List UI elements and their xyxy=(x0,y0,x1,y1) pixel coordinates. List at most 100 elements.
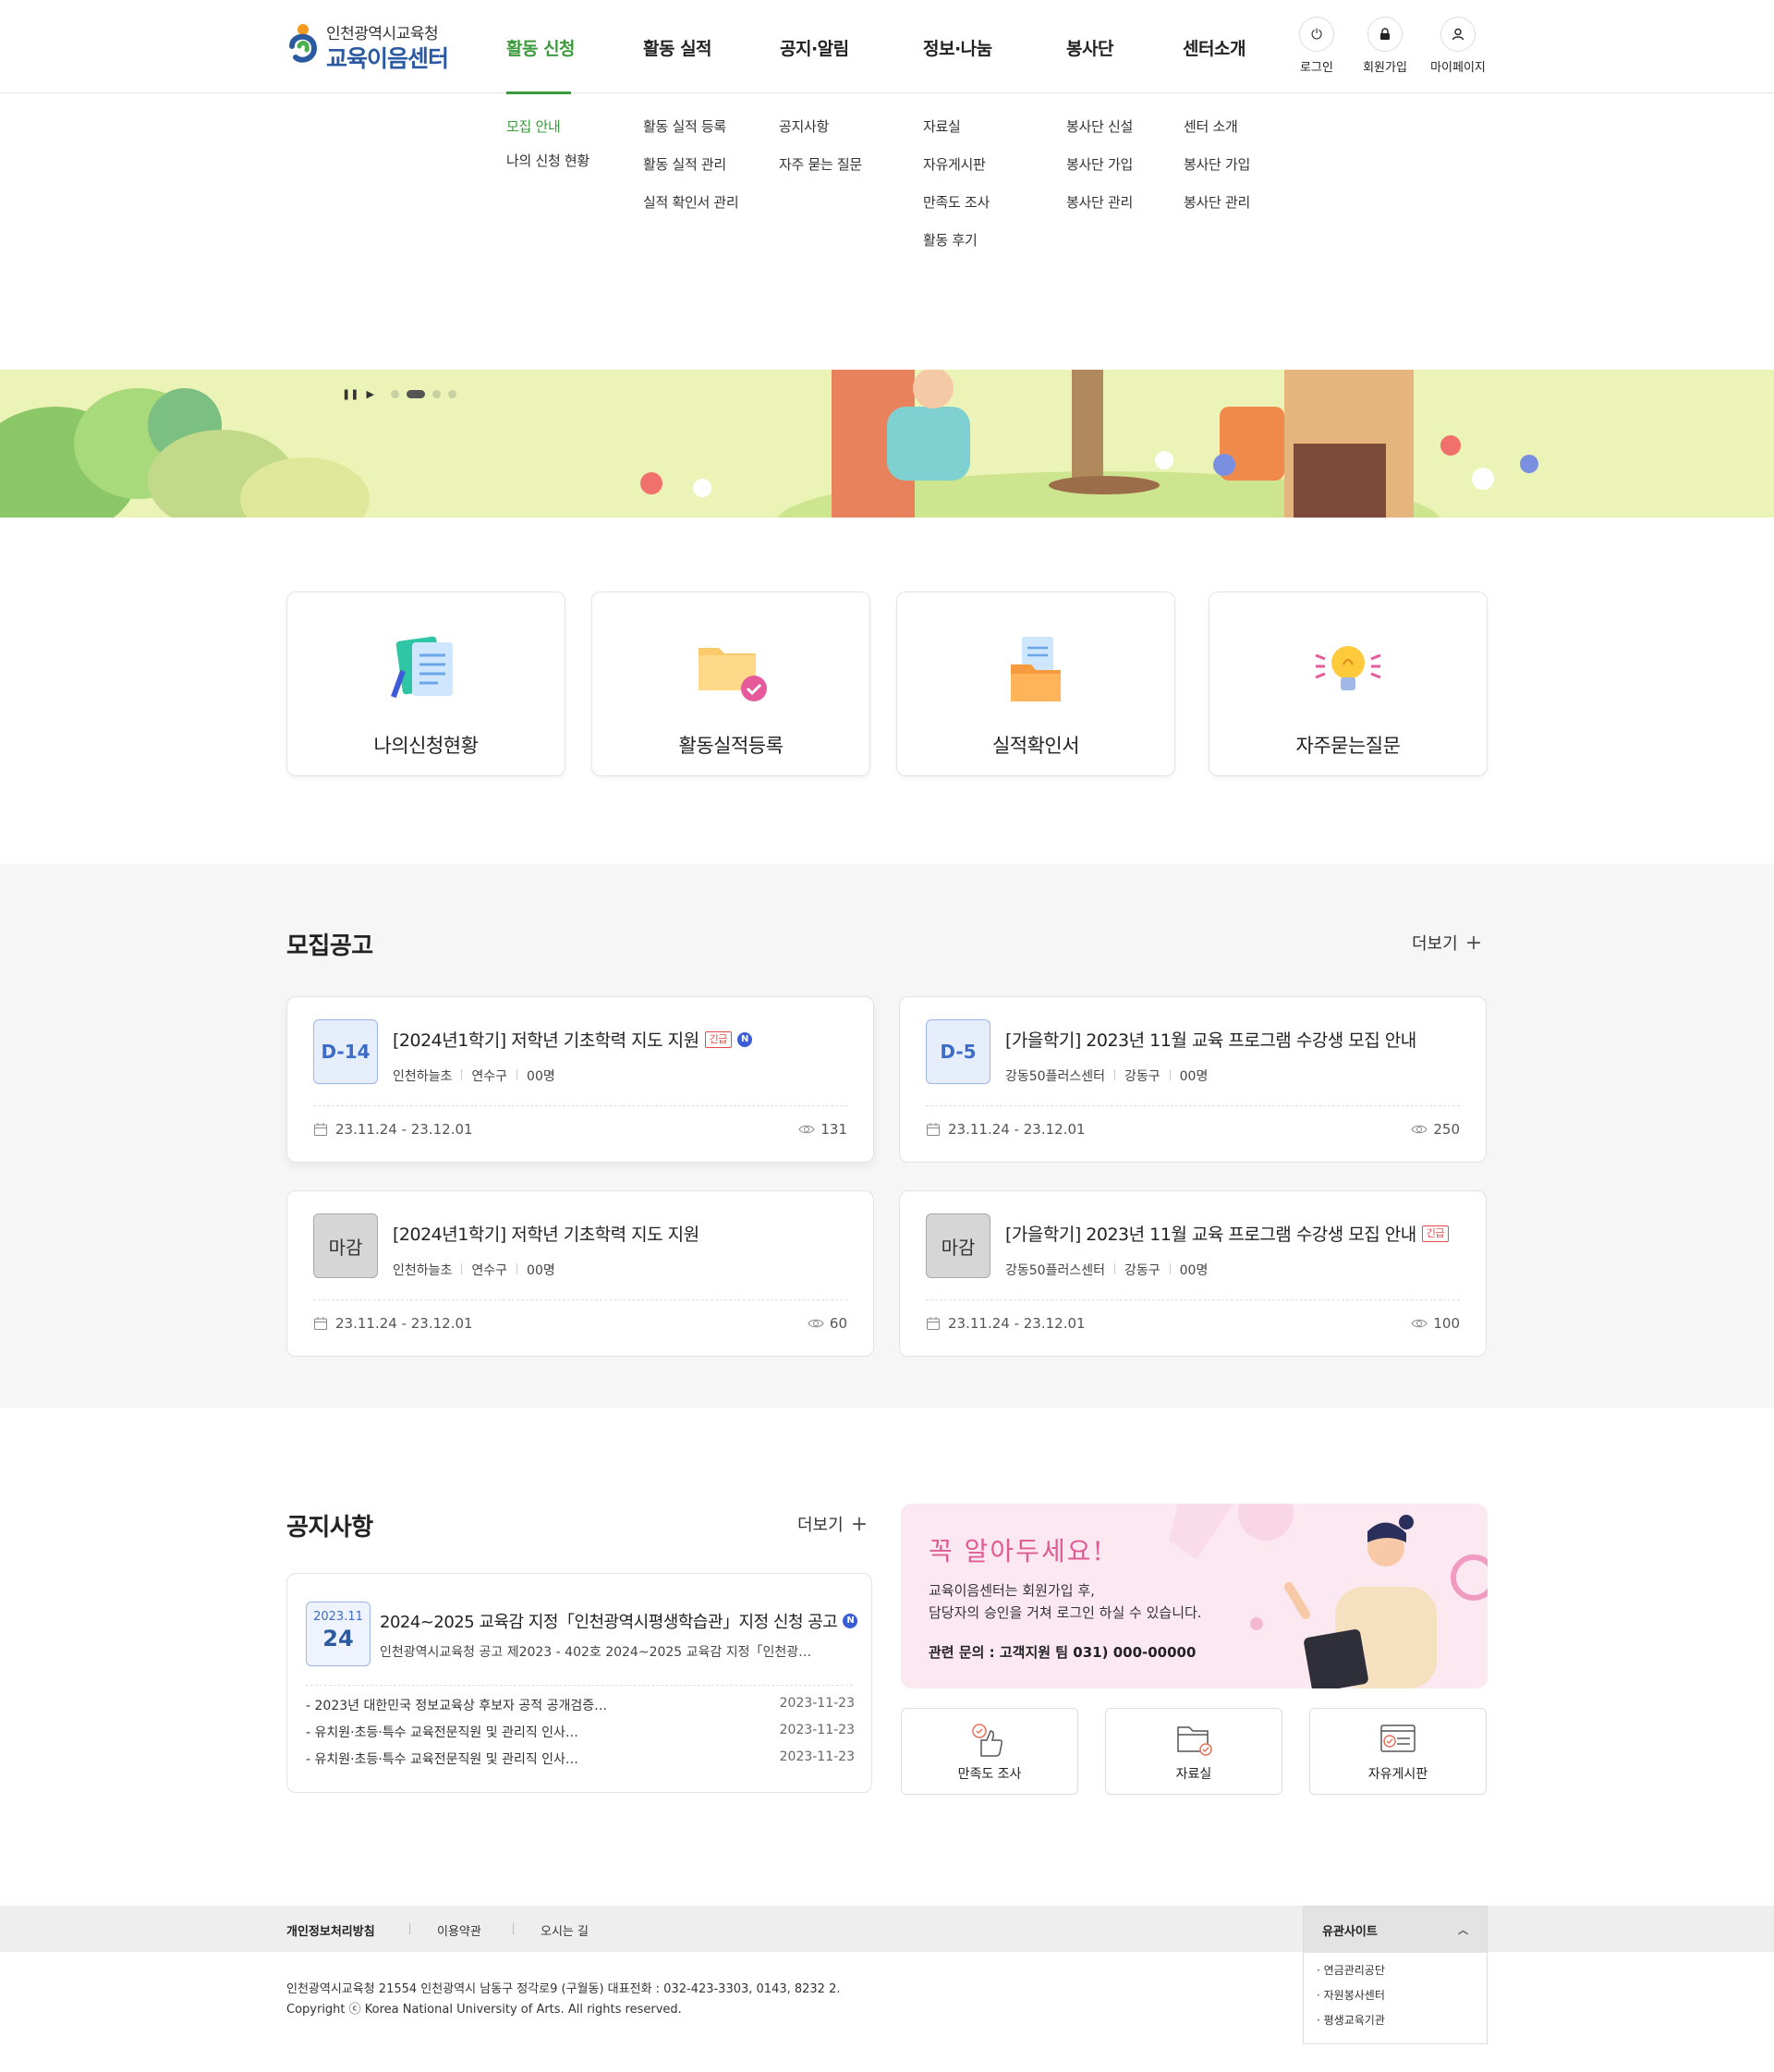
logo-name-text: 교육이음센터 xyxy=(326,45,449,72)
submenu-volunteer-create[interactable]: 봉사단 신설 xyxy=(1066,116,1133,136)
recruit-card[interactable]: 마감 [2024년1학기] 저학년 기초학력 지도 지원 인천하늘초 연수구 0… xyxy=(286,1190,874,1357)
related-site-item[interactable]: · 평생교육기관 xyxy=(1317,2012,1487,2028)
login-label: 로그인 xyxy=(1300,61,1333,75)
notice-row[interactable]: - 유치원·초등·특수 교육전문직원 및 관리직 인사… 2023-11-23 xyxy=(306,1723,855,1741)
submenu-record-register[interactable]: 활동 실적 등록 xyxy=(643,116,726,136)
org-text: 인천하늘초 xyxy=(393,1069,453,1084)
new-badge-icon: N xyxy=(843,1614,858,1628)
document-list-icon xyxy=(391,636,453,699)
submenu-center-volunteer-manage[interactable]: 봉사단 관리 xyxy=(1184,192,1250,212)
gnb-activity-record[interactable]: 활동 실적 xyxy=(643,35,712,60)
submenu-faq[interactable]: 자주 묻는 질문 xyxy=(779,154,862,174)
gnb-info-share[interactable]: 정보·나눔 xyxy=(923,35,992,60)
lock-icon xyxy=(1367,17,1403,52)
recruit-card[interactable]: D-5 [가을학기] 2023년 11월 교육 프로그램 수강생 모집 안내 강… xyxy=(899,996,1487,1163)
play-icon[interactable]: ▶ xyxy=(366,388,373,400)
notice-row[interactable]: - 유치원·초등·특수 교육전문직원 및 관리직 인사… 2023-11-23 xyxy=(306,1749,855,1768)
submenu-notices[interactable]: 공지사항 xyxy=(779,116,829,136)
divider xyxy=(926,1105,1460,1106)
submenu-my-applications[interactable]: 나의 신청 현황 xyxy=(506,151,589,170)
related-sites-title: 유관사이트 xyxy=(1322,1924,1378,1939)
shortcut-free-board[interactable]: 자유게시판 xyxy=(1309,1708,1487,1795)
slide-dot[interactable] xyxy=(447,390,456,398)
footer-separator xyxy=(513,1923,514,1934)
footer-address: 인천광역시교육청 21554 인천광역시 남동구 정각로9 (구월동) 대표전화… xyxy=(286,1980,841,2020)
shortcut-library[interactable]: 자료실 xyxy=(1105,1708,1282,1795)
quick-record-register[interactable]: 활동실적등록 xyxy=(591,591,870,776)
footer-directions-link[interactable]: 오시는 길 xyxy=(541,1921,589,1939)
title-text: [가을학기] 2023년 11월 교육 프로그램 수강생 모집 안내 xyxy=(1005,1030,1416,1051)
gnb-activity-apply[interactable]: 활동 신청 xyxy=(506,35,576,60)
mypage-button[interactable]: 마이페이지 xyxy=(1421,17,1495,75)
recruit-card-title[interactable]: [2024년1학기] 저학년 기초학력 지도 지원 xyxy=(393,1221,699,1246)
lightbulb-icon xyxy=(1315,646,1381,690)
recruit-card-title[interactable]: [2024년1학기] 저학년 기초학력 지도 지원 긴급 N xyxy=(393,1027,752,1052)
recruit-card[interactable]: D-14 [2024년1학기] 저학년 기초학력 지도 지원 긴급 N 인천하늘… xyxy=(286,996,874,1163)
submenu-free-board[interactable]: 자유게시판 xyxy=(923,154,986,174)
period-text: 23.11.24 - 23.12.01 xyxy=(948,1121,1086,1138)
power-icon: ⏻ xyxy=(1299,17,1334,52)
site-logo[interactable]: 인천광역시교육청 교육이음센터 xyxy=(286,18,453,74)
calendar-icon xyxy=(927,1123,940,1136)
submenu-reviews[interactable]: 활동 후기 xyxy=(923,230,978,250)
quick-certificate[interactable]: 실적확인서 xyxy=(896,591,1175,776)
submenu-center-intro[interactable]: 센터 소개 xyxy=(1184,116,1238,136)
calendar-icon xyxy=(927,1317,940,1330)
notice-title: 공지사항 xyxy=(286,1514,373,1542)
submenu-volunteer-join[interactable]: 봉사단 가입 xyxy=(1066,154,1133,174)
footer-terms-link[interactable]: 이용약관 xyxy=(437,1921,481,1939)
quick-faq[interactable]: 자주묻는질문 xyxy=(1209,591,1488,776)
notice-top-title[interactable]: 2024~2025 교육감 지정「인천광역시평생학습관」지정 신청 공고 N xyxy=(380,1609,858,1633)
submenu-library[interactable]: 자료실 xyxy=(923,116,961,136)
recruit-meta: 강동50플러스센터 강동구 00명 xyxy=(1005,1066,1208,1085)
notice-row[interactable]: - 2023년 대한민국 정보교육상 후보자 공적 공개검증… 2023-11-… xyxy=(306,1696,855,1714)
submenu-volunteer-manage[interactable]: 봉사단 관리 xyxy=(1066,192,1133,212)
shortcut-label: 자유게시판 xyxy=(1367,1767,1428,1782)
people-text: 00명 xyxy=(527,1069,555,1084)
submenu-recruit-info[interactable]: 모집 안내 xyxy=(506,116,561,136)
recruit-card[interactable]: 마감 [가을학기] 2023년 11월 교육 프로그램 수강생 모집 안내 긴급… xyxy=(899,1190,1487,1357)
title-text: 2024~2025 교육감 지정「인천광역시평생학습관」지정 신청 공고 xyxy=(380,1613,838,1632)
gnb-volunteer[interactable]: 봉사단 xyxy=(1066,35,1113,60)
submenu-certificate-manage[interactable]: 실적 확인서 관리 xyxy=(643,192,739,212)
related-sites-dropdown[interactable]: 유관사이트 ︿ · 연금관리공단 · 자원봉사센터 · 평생교육기관 xyxy=(1303,1906,1488,2044)
submenu-survey[interactable]: 만족도 조사 xyxy=(923,192,990,212)
more-label: 더보기 xyxy=(1412,934,1458,954)
shortcut-survey[interactable]: 만족도 조사 xyxy=(901,1708,1078,1795)
period-text: 23.11.24 - 23.12.01 xyxy=(335,1315,473,1332)
slide-dot[interactable] xyxy=(431,390,441,398)
plus-icon: + xyxy=(1464,932,1483,955)
recruit-card-title[interactable]: [가을학기] 2023년 11월 교육 프로그램 수강생 모집 안내 긴급 xyxy=(1005,1221,1450,1246)
quick-my-applications[interactable]: 나의신청현황 xyxy=(286,591,565,776)
recruit-meta: 인천하늘초 연수구 00명 xyxy=(393,1261,555,1279)
views-text: 250 xyxy=(1433,1121,1460,1138)
login-button[interactable]: ⏻ 로그인 xyxy=(1280,17,1354,75)
slide-dot[interactable] xyxy=(390,390,399,398)
join-button[interactable]: 회원가입 xyxy=(1348,17,1422,75)
pause-icon[interactable]: ❚❚ xyxy=(342,388,358,400)
related-site-item[interactable]: · 자원봉사센터 xyxy=(1317,1987,1487,2003)
quick-label: 나의신청현황 xyxy=(373,735,479,757)
title-text: [2024년1학기] 저학년 기초학력 지도 지원 xyxy=(393,1030,699,1051)
recruit-period: 23.11.24 - 23.12.01 xyxy=(313,1121,473,1138)
footer-privacy-link[interactable]: 개인정보처리방침 xyxy=(286,1921,375,1939)
recruit-more-link[interactable]: 더보기 + xyxy=(1412,931,1482,955)
slide-dot-active[interactable] xyxy=(406,390,425,398)
gnb-notice[interactable]: 공지·알림 xyxy=(780,35,849,60)
info-contact: 관련 문의 : 고객지원 팀 031) 000-00000 xyxy=(929,1644,1197,1661)
submenu-record-manage[interactable]: 활동 실적 관리 xyxy=(643,154,726,174)
slide-controls: ❚❚ ▶ xyxy=(342,388,456,400)
recruit-section xyxy=(0,864,1774,1408)
related-sites-header[interactable]: 유관사이트 ︿ xyxy=(1304,1907,1487,1953)
notice-more-link[interactable]: 더보기 + xyxy=(797,1512,868,1536)
notice-card: 2023.11 24 2024~2025 교육감 지정「인천광역시평생학습관」지… xyxy=(286,1573,872,1793)
submenu-center-volunteer-join[interactable]: 봉사단 가입 xyxy=(1184,154,1250,174)
gnb-center-intro[interactable]: 센터소개 xyxy=(1183,35,1245,60)
related-site-item[interactable]: · 연금관리공단 xyxy=(1317,1962,1487,1978)
views-text: 100 xyxy=(1433,1315,1460,1332)
recruit-card-title[interactable]: [가을학기] 2023년 11월 교육 프로그램 수강생 모집 안내 xyxy=(1005,1027,1416,1052)
area-text: 연수구 xyxy=(471,1263,508,1278)
notice-row-date: 2023-11-23 xyxy=(779,1723,855,1737)
copyright-text: Copyright ⓒ Korea National University of… xyxy=(286,2003,682,2017)
eye-icon xyxy=(1411,1125,1428,1134)
